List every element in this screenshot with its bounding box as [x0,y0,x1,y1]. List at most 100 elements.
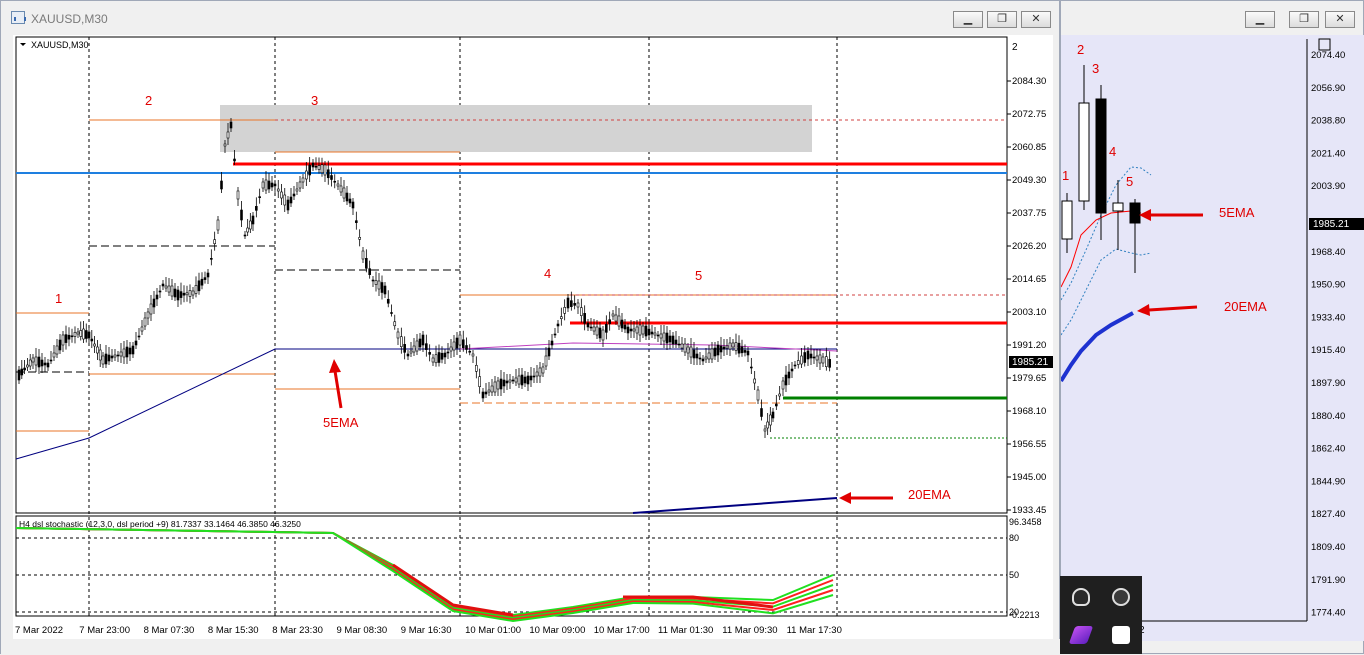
daily-price-tick-label: 1774.40 [1311,608,1345,619]
time-tick-label: 8 Mar 15:30 [208,625,259,636]
minimize-button[interactable]: ▁ [953,11,983,28]
ema5-label: 5EMA [323,415,359,430]
daily-price-tick-label: 1897.90 [1311,378,1345,389]
current-price-label: 1985.21 [1012,357,1049,368]
daily-price-tick-label: 1968.40 [1311,247,1345,258]
price-tick-label: 2026.20 [1012,241,1046,252]
indicator-levels [16,537,1007,613]
daily-price-tick-label: 1950.90 [1311,280,1345,291]
price-tick-label: 1968.10 [1012,406,1046,417]
daily-price-badge-label: 1985.21 [1313,219,1350,230]
wave-label-4: 4 [544,266,551,281]
daily-price-tick-label: 1827.40 [1311,509,1345,520]
cloud-icon[interactable] [1112,626,1130,644]
daily-price-tick-label: 1844.90 [1311,476,1345,487]
price-tick-label: 2049.30 [1012,175,1046,186]
daily-price-tick-label: 1933.40 [1311,312,1345,323]
shield-icon[interactable] [1072,588,1090,606]
daily-price-tick-label: 2056.90 [1311,83,1345,94]
system-tray-popup [1060,576,1142,654]
wave-label-5: 5 [695,268,702,283]
right-titlebar[interactable]: ▁ ❐ ✕ [1061,1,1363,35]
window-title: XAUUSD,M30 [31,12,108,26]
supply-zone [220,105,812,152]
black-midlines [16,245,460,373]
price-chart[interactable]: 2084.30 2072.75 2060.85 2049.30 2037.75 2026.… [13,35,1053,639]
time-tick-label: 9 Mar 16:30 [401,625,452,636]
right-maximize-button[interactable]: ❐ [1289,11,1319,28]
daily-price-tick-label: 1880.40 [1311,411,1345,422]
daily-price-chart[interactable]: 1 2 3 4 5 5EMA 20EMA 2074.40 2056.90 2038.… [1059,35,1364,641]
orange-swing-levels [16,119,1007,432]
price-tick-label: 1991.20 [1012,340,1046,351]
daily-wave-label-4: 4 [1109,144,1116,159]
time-tick-label: 11 Mar 01:30 [658,625,713,636]
daily-zoom-icon[interactable] [1318,38,1331,51]
maximize-button[interactable]: ❐ [987,11,1017,28]
daily-wave-label-3: 3 [1092,61,1099,76]
wave-labels: 1 2 3 4 5 5EMA 20EMA [55,93,951,502]
price-tick-label: 2060.85 [1012,142,1046,153]
price-tick-label: 2072.75 [1012,109,1046,120]
chart-area[interactable]: 2084.30 2072.75 2060.85 2049.30 2037.75 2026.… [13,35,1053,639]
close-button[interactable]: ✕ [1021,11,1051,28]
time-tick-label: 7 Mar 2022 [15,625,63,636]
candlestick-series [17,118,831,438]
ema-20-line [15,348,837,460]
daily-price-tick-label: 2074.40 [1311,50,1345,61]
indicator-tick-label: 80 [1009,533,1019,543]
main-titlebar[interactable]: XAUUSD,M30 ▁ ❐ ✕ [1,1,1059,35]
time-tick-label: 8 Mar 23:30 [272,625,323,636]
time-tick-label: 11 Mar 09:30 [722,625,777,636]
app-tray-icon[interactable] [1112,588,1130,606]
daily-price-tick-label: 2003.90 [1311,181,1345,192]
time-tick-label: 11 Mar 17:30 [787,625,842,636]
price-axis-top: 2 [1012,42,1018,53]
price-tick-label: 2014.65 [1012,274,1046,285]
daily-wave-labels: 1 2 3 4 5 5EMA 20EMA [1062,42,1267,314]
daily-price-tick-label: 1791.90 [1311,575,1345,586]
time-tick-label: 10 Mar 17:00 [594,625,650,636]
chart-window-icon [11,11,26,24]
wave-label-2: 2 [145,93,152,108]
daily-ema5-label: 5EMA [1219,205,1255,220]
price-tick-label: 1979.65 [1012,373,1046,384]
indicator-tick-label: -0.2213 [1009,610,1040,620]
indicator-header: H4 dsl stochastic (12,3,0, dsl period +9… [19,519,301,529]
price-tick-label: 2084.30 [1012,76,1046,87]
daily-price-tick-label: 2021.40 [1311,148,1345,159]
indicator-tick-label: 50 [1009,570,1019,580]
daily-arrows [1137,209,1203,316]
wave-label-3: 3 [311,93,318,108]
daily-price-tick-label: 1915.40 [1311,345,1345,356]
time-tick-label: 10 Mar 09:00 [529,625,585,636]
bottom-strip [1,639,1061,655]
daily-price-axis: 2074.40 2056.90 2038.80 2021.40 2003.90 1968.… [1311,50,1345,619]
ema-20-daily-line [632,497,838,514]
daily-chart-area[interactable]: 1 2 3 4 5 5EMA 20EMA 2074.40 2056.90 2038.… [1059,35,1364,641]
price-axis: 2084.30 2072.75 2060.85 2049.30 2037.75 2026.… [1007,76,1046,516]
daily-price-tick-label: 1862.40 [1311,444,1345,455]
indicator-tick-label: 96.3458 [1009,517,1042,527]
time-axis: 7 Mar 2022 7 Mar 23:00 8 Mar 07:30 8 Mar 15… [15,625,842,636]
time-tick-label: 10 Mar 01:00 [465,625,521,636]
price-tick-label: 2003.10 [1012,307,1046,318]
indicator-axis: 96.3458805020-0.2213 [1009,517,1042,620]
main-chart-window: XAUUSD,M30 ▁ ❐ ✕ 2084.30 2072.75 2060.85… [0,0,1061,655]
chart-symbol-label: XAUUSD,M30 [31,40,89,50]
annotation-arrows [329,359,893,504]
daily-ema20-label: 20EMA [1224,299,1267,314]
daily-wave-label-2: 2 [1077,42,1084,57]
chart-dropdown-icon[interactable] [20,43,26,46]
daily-price-tick-label: 2038.80 [1311,116,1345,127]
price-tick-label: 1945.00 [1012,472,1046,483]
right-minimize-button[interactable]: ▁ [1245,11,1275,28]
ema20-label: 20EMA [908,487,951,502]
time-tick-label: 8 Mar 07:30 [144,625,195,636]
time-tick-label: 7 Mar 23:00 [79,625,130,636]
feather-icon[interactable] [1068,626,1094,644]
right-close-button[interactable]: ✕ [1325,11,1355,28]
daily-ema20-line [1059,311,1134,383]
wave-label-1: 1 [55,291,62,306]
price-tick-label: 1933.45 [1012,505,1046,516]
